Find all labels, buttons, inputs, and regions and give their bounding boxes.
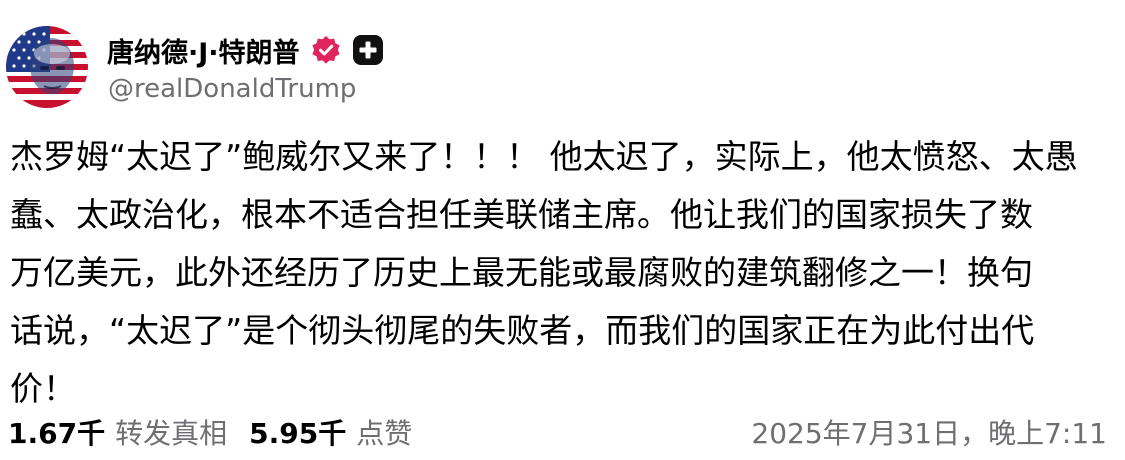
- flag-portrait-avatar-icon: [6, 26, 88, 108]
- post-text-line: 蠢、太政治化，根本不适合担任美联储主席。他让我们的国家损失了数: [10, 195, 1033, 234]
- post-footer: 1.67千 转发真相 5.95千 点赞 2025年7月31日，晚上7:11: [8, 410, 1107, 454]
- verified-badge-icon: [310, 34, 342, 66]
- author-handle[interactable]: @realDonaldTrump: [108, 74, 356, 104]
- post-body: 杰罗姆“太迟了”鲍威尔又来了！！！ 他太迟了，实际上，他太愤怒、太愚 蠢、太政治…: [10, 128, 1110, 418]
- post-text-line: 话说，“太迟了”是个彻头彻尾的失败者，而我们的国家正在为此付出代: [10, 311, 1035, 350]
- likes-label[interactable]: 点赞: [356, 412, 412, 452]
- post-card: 唐纳德·J·特朗普 @realDonaldTrump 杰罗姆“太迟了”鲍威尔又来…: [0, 0, 1125, 460]
- author-name-row: 唐纳德·J·特朗普: [107, 30, 384, 70]
- reposts-count[interactable]: 1.67千: [8, 412, 105, 452]
- reposts-label[interactable]: 转发真相: [115, 412, 227, 452]
- post-text-line: 杰罗姆“太迟了”鲍威尔又来了！！！ 他太迟了，实际上，他太愤怒、太愚: [10, 137, 1078, 176]
- author-avatar[interactable]: [6, 26, 88, 108]
- author-display-name[interactable]: 唐纳德·J·特朗普: [107, 31, 300, 70]
- post-text-line: 万亿美元，此外还经历了历史上最无能或最腐败的建筑翻修之一！换句: [10, 253, 1033, 292]
- likes-count[interactable]: 5.95千: [249, 412, 346, 452]
- plus-badge-icon: [352, 34, 384, 66]
- post-timestamp[interactable]: 2025年7月31日，晚上7:11: [751, 412, 1107, 452]
